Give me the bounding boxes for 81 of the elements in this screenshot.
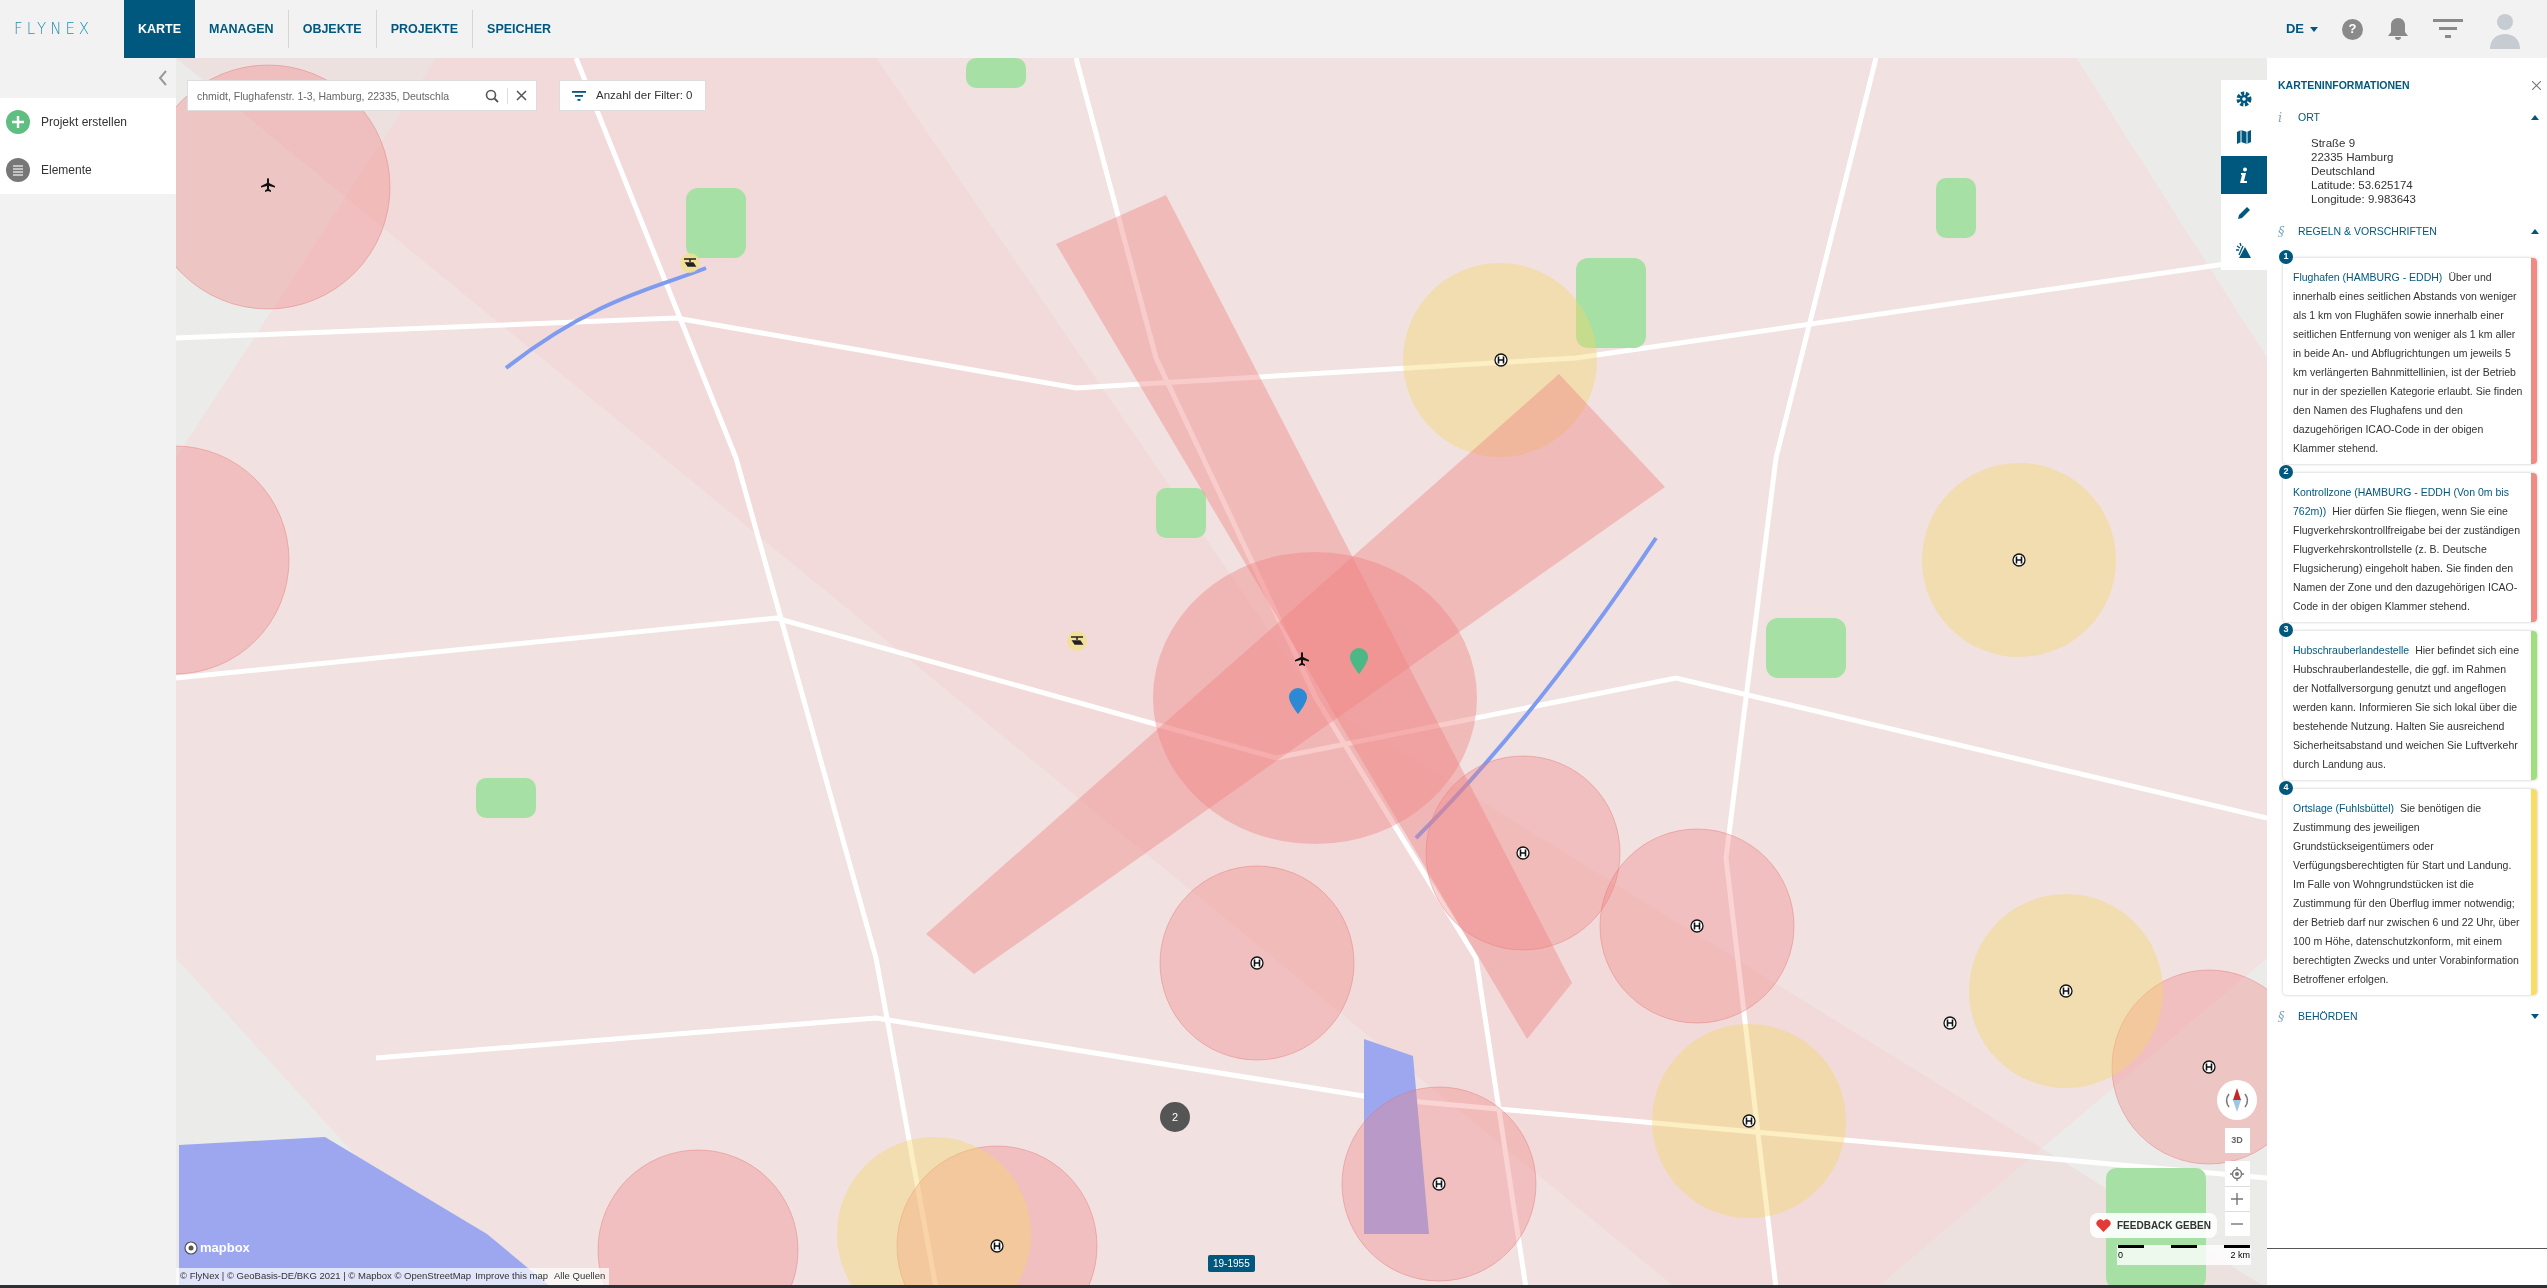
nav-tab[interactable]: SPEICHER	[473, 0, 565, 58]
section-title: BEHÖRDEN	[2298, 1008, 2359, 1024]
search-icon[interactable]	[485, 88, 499, 103]
helicopter-marker-icon	[1066, 630, 1088, 652]
address-line: Longitude: 9.983643	[2311, 191, 2417, 206]
rule-number: 3	[2279, 622, 2293, 637]
address-line: Deutschland	[2311, 163, 2376, 178]
compass-icon	[2224, 1086, 2250, 1114]
airplane-icon	[260, 178, 276, 192]
sources-link[interactable]: Alle Quellen	[554, 1269, 606, 1284]
helipad-icon	[1250, 956, 1264, 970]
helicopter-marker-icon	[679, 252, 701, 274]
nav-tab[interactable]: MANAGEN	[195, 0, 288, 58]
improve-map-link[interactable]: Improve this map	[475, 1269, 548, 1284]
helipad-icon	[2059, 984, 2073, 998]
logo: FLYNEX	[14, 18, 94, 40]
expand-caret-icon[interactable]	[2531, 1014, 2539, 1020]
nav-tab[interactable]: KARTE	[124, 0, 196, 58]
address-line: Latitude: 53.625174	[2311, 177, 2414, 192]
notification-bell-icon[interactable]	[2387, 17, 2409, 41]
address-line: 22335 Hamburg	[2311, 149, 2395, 164]
map-icon	[2235, 128, 2253, 146]
section-title: ORT	[2298, 109, 2321, 125]
list-icon	[6, 158, 30, 182]
rule-text: Hubschrauberlandestelle Hier befindet sich eine Hubschrauberlandestelle, die ggf. im Rahmen der Notfallversorgung genutzt und angeflogen werden kann. Informieren Sie sich lokal über die bestehende Nutzung. Halten Sie ausreichend Sicherheitsabstand und weichen Sie Luftverkehr durch Landung aus.	[2293, 642, 2521, 772]
settings-icon	[2235, 90, 2253, 108]
rule-text: Kontrollzone (HAMBURG - EDDH (Von 0m bis 762m)) Hier dürfen Sie fliegen, wenn Sie eine Flugverkehrskontrollfreigabe bei der zuständigen Flugverkehrskontrollstelle (z. B. Deutsche Flugsicherung) eingeholt haben. Sie finden den Namen der Zone und den dazugehörigen ICAO-Code in der obigen Klammer stehend.	[2293, 484, 2522, 614]
section-symbol: i	[2278, 109, 2284, 127]
helipad-icon	[1432, 1177, 1446, 1191]
helipad-icon	[1494, 353, 1508, 367]
section-header[interactable]: i ORT	[2267, 103, 2547, 132]
mapbox-logo: mapbox	[200, 1239, 250, 1257]
nav-tab[interactable]: PROJEKTE	[376, 0, 473, 58]
helipad-icon	[2012, 553, 2026, 567]
scale-label: 2 km	[2230, 1249, 2250, 1262]
3d-toggle-button[interactable]: 3D	[2224, 1128, 2250, 1153]
helipad-icon	[1943, 1016, 1957, 1030]
collapse-caret-icon[interactable]	[2531, 229, 2539, 235]
sidebar-item[interactable]: Elemente	[0, 146, 176, 194]
locate-icon	[2230, 1166, 2244, 1181]
mapbox-logo-icon	[184, 1240, 198, 1255]
nav-tab[interactable]: OBJEKTE	[288, 0, 376, 58]
caret-icon	[2310, 26, 2318, 32]
pencil-icon	[2235, 204, 2253, 222]
scale-label: 0	[2118, 1249, 2123, 1262]
panel-title: KARTENINFORMATIONEN	[2278, 78, 2410, 93]
clear-icon[interactable]	[516, 90, 527, 101]
rule-number: 4	[2279, 780, 2293, 795]
filter-icon[interactable]	[2433, 18, 2463, 40]
rule-number: 1	[2279, 249, 2293, 264]
sidebar-item[interactable]: Projekt erstellen	[0, 98, 176, 146]
rule-text: Ortslage (Fuhlsbüttel) Sie benötigen die Zustimmung des jeweiligen Grundstückseigentümers oder Verfügungsberechtigten für Start und Landung. Im Falle von Wohngrundstücken ist die Zustimmung für den Überflug immer notwendig; der Betrieb darf nur zwischen 6 und 22 Uhr, über 100 m Höhe, datenschutzkonform, mit einem berechtigten Zwecks und unter Vorabinformation Betroffener erfolgen.	[2293, 800, 2521, 987]
map-tool-button[interactable]	[2221, 156, 2267, 194]
sun-triangle-icon	[2235, 242, 2253, 260]
attribution-text: © FlyNex | © GeoBasis-DE/BKG 2021 | © Mapbox © OpenStreetMap	[180, 1269, 472, 1284]
close-icon[interactable]	[2532, 81, 2541, 91]
address-line: Straße 9	[2311, 135, 2357, 150]
rule-text: Flughafen (HAMBURG - EDDH) Über und innerhalb eines seitlichen Abstands von weniger als 1 km von Flughäfen sowie innerhalb einer seitlichen Entfernung von weniger als 1 km aller in beide An- und Abflugrichtungen um jeweils 5 km verlängerten Bahnmittellinien, ist der Betrieb nur in der speziellen Kategorie erlaubt. Sie finden den Namen des Flughafens und den dazugehörigen ICAO-Code in der obigen Klammer stehend.	[2293, 269, 2523, 456]
collapse-caret-icon[interactable]	[2531, 115, 2539, 121]
helipad-icon	[1742, 1114, 1756, 1128]
section-symbol: §	[2278, 1008, 2286, 1026]
section-header[interactable]: § REGELN & VORSCHRIFTEN	[2267, 217, 2547, 246]
marker-label[interactable]: 19-1955	[1208, 1255, 1255, 1272]
airplane-icon	[1294, 652, 1310, 666]
heart-icon	[2096, 1219, 2111, 1232]
rule-number: 2	[2279, 464, 2293, 479]
helipad-icon	[1516, 846, 1530, 860]
plus-circle-icon	[6, 110, 30, 134]
section-symbol: §	[2278, 223, 2286, 241]
feedback-button[interactable]: FEEDBACK GEBEN	[2090, 1213, 2217, 1238]
helipad-icon	[990, 1239, 1004, 1253]
helipad-icon	[2202, 1060, 2216, 1074]
section-header[interactable]: § BEHÖRDEN	[2267, 1002, 2547, 1031]
collapse-chevron-icon[interactable]	[158, 70, 168, 86]
helipad-icon	[1690, 919, 1704, 933]
plus-icon	[2231, 1193, 2243, 1205]
filter-count-button[interactable]: Anzahl der Filter: 0	[559, 80, 706, 111]
language-dropdown[interactable]: DE	[2285, 19, 2318, 39]
search-field[interactable]: chmidt, Flughafenstr. 1-3, Hamburg, 22335, Deutschla	[187, 80, 537, 111]
filter-icon	[572, 90, 586, 101]
section-title: REGELN & VORSCHRIFTEN	[2298, 223, 2438, 239]
